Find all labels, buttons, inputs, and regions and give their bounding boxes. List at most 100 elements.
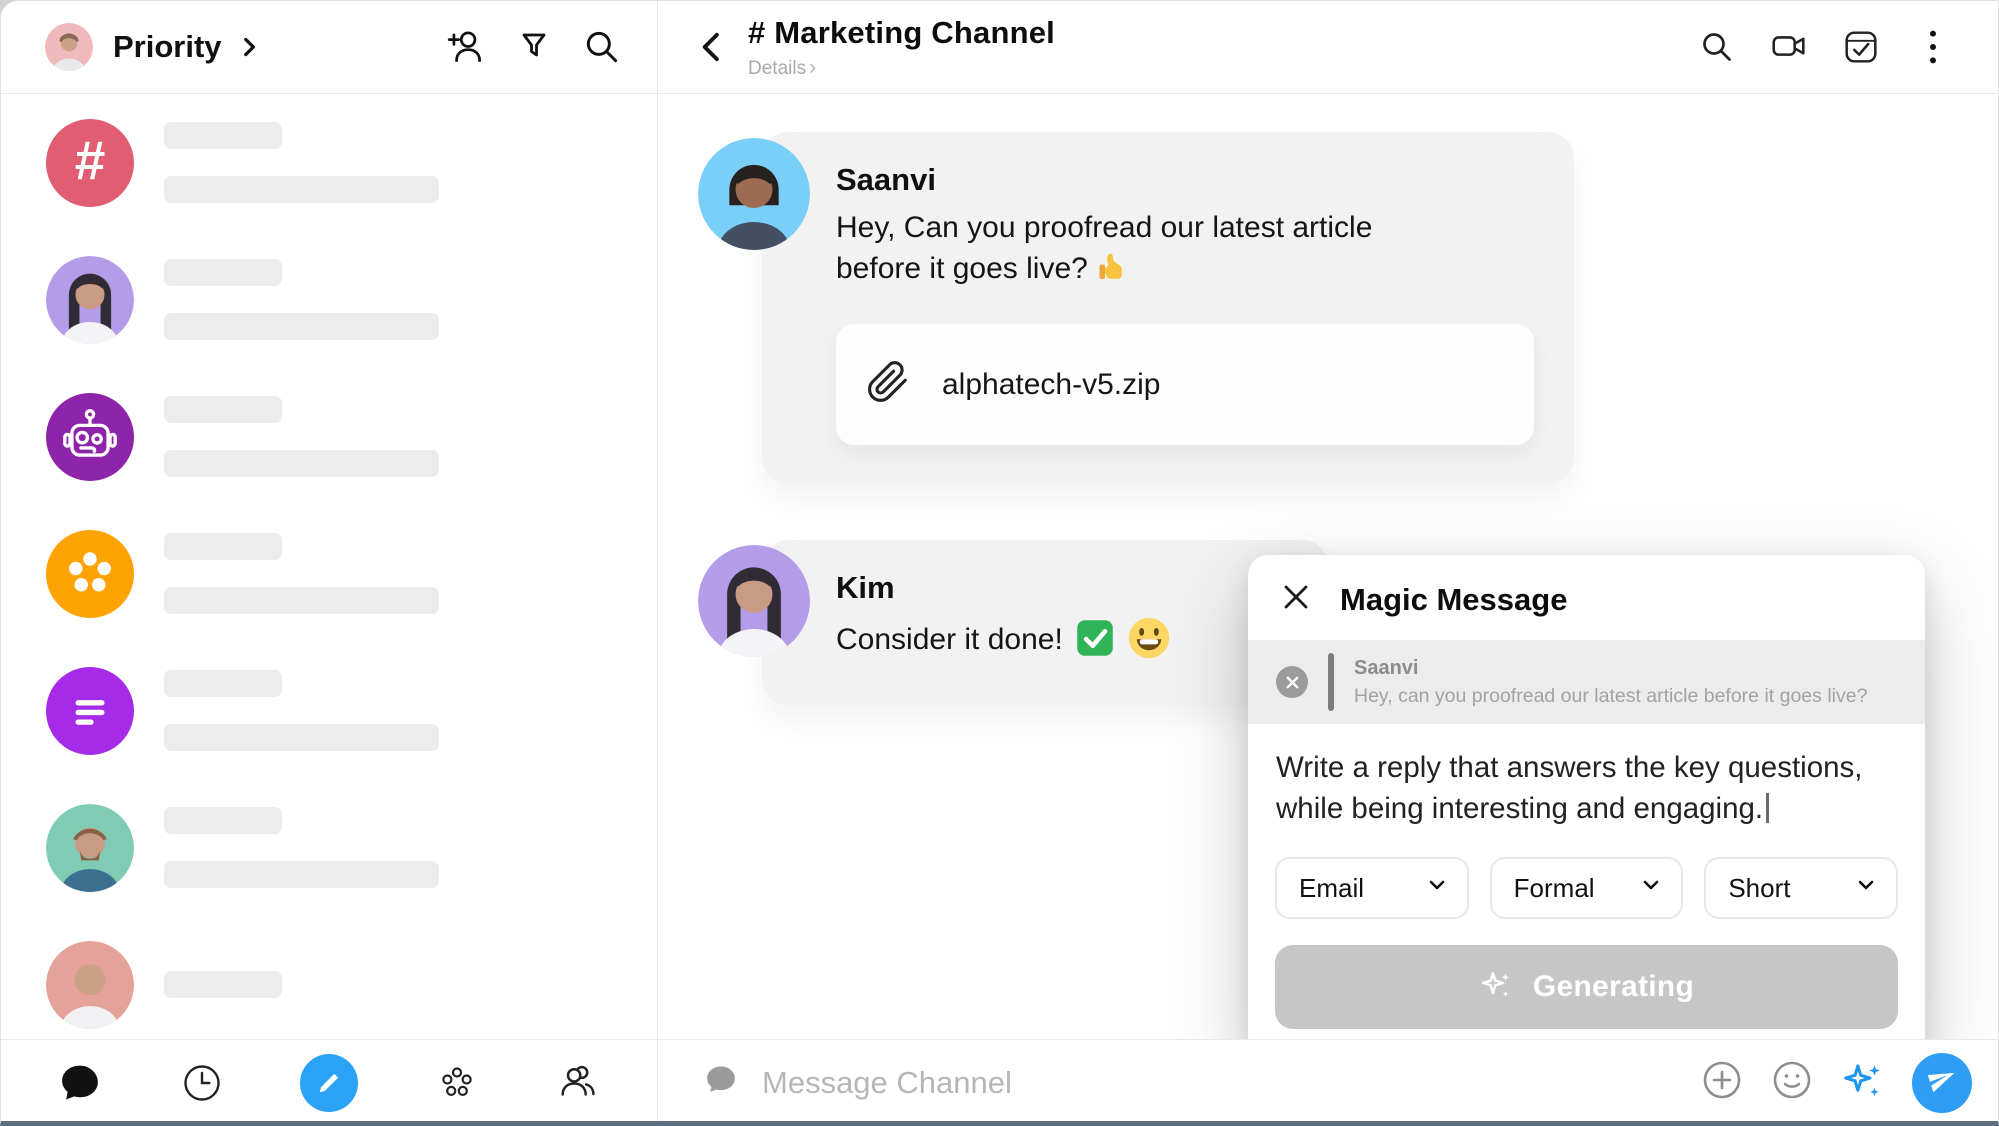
sidebar-item-contact[interactable]: [1, 779, 657, 916]
placeholder-bar: [164, 450, 439, 477]
hash-channel-icon: #: [46, 119, 134, 207]
placeholder-bar: [164, 724, 439, 751]
placeholder-bar: [164, 259, 282, 286]
tasks-icon[interactable]: [1840, 26, 1882, 68]
message-composer: Message Channel: [658, 1040, 1998, 1125]
sidebar-item-notes[interactable]: [1, 642, 657, 779]
bottom-bar: Message Channel: [1, 1039, 1998, 1125]
grinning-face-icon: [1127, 616, 1171, 665]
workspace-avatar[interactable]: [45, 23, 93, 71]
placeholder-bar: [164, 670, 282, 697]
flower-dots-icon: [46, 530, 134, 618]
quote-text: Hey, can you proofread our latest articl…: [1354, 685, 1867, 708]
channel-header: # Marketing Channel Details›: [658, 1, 1998, 93]
text-lines-icon: [46, 667, 134, 755]
message-text: Consider it done!: [836, 620, 1063, 661]
composer-actions: [1700, 1053, 1998, 1113]
avatar-saanvi[interactable]: [698, 138, 810, 250]
chat-bubble-icon: [702, 1061, 740, 1104]
avatar-man-pink-icon: [45, 23, 93, 71]
message-bubble: Kim Consider it done!: [762, 540, 1328, 705]
channel-title: # Marketing Channel: [748, 15, 1055, 51]
avatar-woman-purple-icon: [46, 256, 134, 344]
video-call-icon[interactable]: [1768, 26, 1810, 68]
channel-info: # Marketing Channel Details›: [748, 15, 1055, 80]
check-mark-icon: [1075, 618, 1115, 663]
chevron-down-icon: [1854, 873, 1878, 904]
sparkles-icon: [1479, 967, 1515, 1008]
panel-title: Magic Message: [1340, 582, 1567, 618]
chevron-down-icon: [1425, 873, 1449, 904]
workspace-name[interactable]: Priority: [113, 29, 222, 65]
length-dropdown[interactable]: Short: [1704, 857, 1898, 919]
prompt-input[interactable]: Write a reply that answers the key quest…: [1248, 724, 1925, 833]
placeholder-bar: [164, 396, 282, 423]
placeholder-bar: [164, 807, 282, 834]
apps-tab-icon[interactable]: [434, 1060, 480, 1106]
message-input[interactable]: Message Channel: [702, 1061, 1012, 1104]
workspace-header: Priority: [1, 1, 658, 93]
search-icon[interactable]: [1696, 26, 1738, 68]
panel-header: Magic Message: [1248, 555, 1925, 640]
avatar-man-pink-icon: [46, 941, 134, 1029]
chevron-down-icon: [1639, 873, 1663, 904]
quoted-message: Saanvi Hey, can you proofread our latest…: [1248, 640, 1925, 724]
format-dropdown[interactable]: Email: [1275, 857, 1469, 919]
composer-placeholder: Message Channel: [762, 1065, 1012, 1101]
magic-message-panel: Magic Message Saanvi Hey, can you proofr…: [1248, 555, 1925, 1055]
recents-tab-icon[interactable]: [179, 1060, 225, 1106]
placeholder-bar: [164, 122, 282, 149]
message-pane: Saanvi Hey, Can you proofread our latest…: [658, 94, 1998, 1039]
sidebar-item-channel[interactable]: #: [1, 94, 657, 231]
placeholder-bar: [164, 313, 439, 340]
conversation-list: #: [1, 94, 658, 1039]
generating-label: Generating: [1533, 970, 1694, 1004]
chevron-right-small-icon: ›: [809, 56, 816, 79]
quote-content: Saanvi Hey, can you proofread our latest…: [1354, 657, 1867, 708]
dismiss-quote-icon[interactable]: [1276, 666, 1308, 698]
back-chevron-icon[interactable]: [694, 29, 730, 65]
filter-icon[interactable]: [513, 26, 555, 68]
sidebar-item-contact[interactable]: [1, 231, 657, 368]
robot-bot-icon: [46, 393, 134, 481]
magic-sparkles-icon[interactable]: [1840, 1057, 1886, 1108]
chevron-right-icon[interactable]: [236, 34, 262, 60]
placeholder-bar: [164, 861, 439, 888]
close-icon[interactable]: [1280, 581, 1312, 618]
chat-app-window: Priority # Marketing Channe: [0, 0, 1999, 1126]
main-body: #: [1, 94, 1998, 1039]
placeholder-bar: [164, 176, 439, 203]
contacts-tab-icon[interactable]: [555, 1060, 601, 1106]
placeholder-bar: [164, 587, 439, 614]
compose-tab-icon[interactable]: [300, 1054, 358, 1112]
send-button[interactable]: [1912, 1053, 1972, 1113]
sidebar-item-contact[interactable]: [1, 916, 657, 1039]
avatar-kim[interactable]: [698, 545, 810, 657]
more-menu-icon[interactable]: [1912, 26, 1954, 68]
message-author: Kim: [836, 570, 1288, 606]
tone-dropdown[interactable]: Formal: [1490, 857, 1684, 919]
nav-tabs: [1, 1040, 658, 1125]
add-person-icon[interactable]: [445, 26, 487, 68]
emoji-icon[interactable]: [1770, 1058, 1814, 1107]
workspace-actions: [445, 26, 623, 68]
quote-author: Saanvi: [1354, 657, 1867, 680]
channel-details-link[interactable]: Details›: [748, 56, 1055, 80]
add-attachment-icon[interactable]: [1700, 1058, 1744, 1107]
attachment-card[interactable]: alphatech-v5.zip: [836, 324, 1534, 445]
avatar-man-teal-icon: [46, 804, 134, 892]
search-icon[interactable]: [581, 26, 623, 68]
chats-tab-icon[interactable]: [57, 1060, 103, 1106]
paperclip-icon: [866, 360, 910, 409]
attachment-filename: alphatech-v5.zip: [942, 368, 1160, 402]
sidebar-item-group[interactable]: [1, 505, 657, 642]
message-author: Saanvi: [836, 162, 1534, 198]
text-cursor: [1766, 793, 1769, 823]
placeholder-bar: [164, 971, 282, 998]
option-dropdowns: Email Formal Short: [1248, 833, 1925, 919]
top-bar: Priority # Marketing Channe: [1, 1, 1998, 94]
generating-button[interactable]: Generating: [1275, 945, 1898, 1029]
sidebar-item-bot[interactable]: [1, 368, 657, 505]
placeholder-bar: [164, 533, 282, 560]
message-bubble: Saanvi Hey, Can you proofread our latest…: [762, 132, 1574, 483]
